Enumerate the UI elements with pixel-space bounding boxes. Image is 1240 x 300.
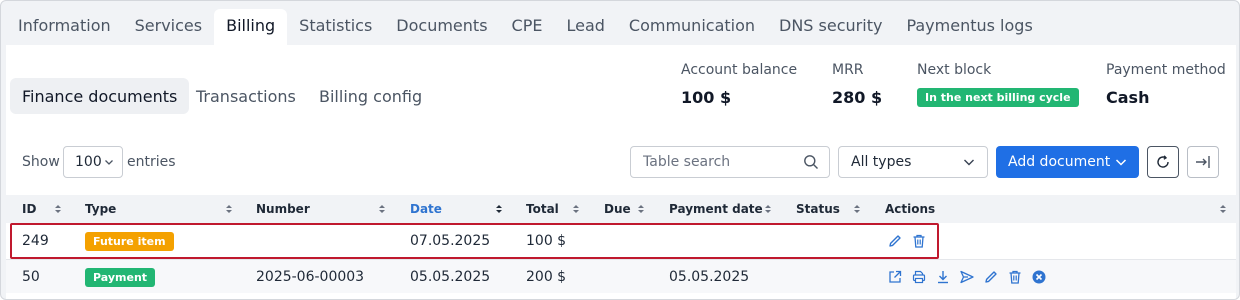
refresh-button[interactable] (1147, 146, 1179, 178)
refresh-icon (1157, 155, 1169, 168)
cell-date: 07.05.2025 (410, 233, 491, 249)
column-actions: Actions (885, 202, 936, 216)
search-icon[interactable] (803, 154, 819, 170)
tab-cpe[interactable]: CPE (500, 9, 555, 45)
sort-icon[interactable] (764, 203, 772, 215)
tab-communication[interactable]: Communication (617, 9, 767, 45)
tab-information[interactable]: Information (6, 9, 123, 45)
mrr-value: 280 $ (832, 88, 883, 107)
export-button[interactable] (1187, 146, 1219, 178)
billing-panel: Finance documents Transactions Billing c… (6, 45, 1236, 299)
entries-label: entries (127, 154, 176, 170)
cell-payment-date: 05.05.2025 (669, 269, 750, 285)
entries-per-page-select[interactable]: 100 (63, 146, 123, 178)
cell-total: 100 $ (526, 233, 567, 249)
cell-number: 2025-06-00003 (256, 269, 365, 285)
sort-icon[interactable] (1219, 203, 1227, 215)
column-type[interactable]: Type (85, 195, 116, 223)
payment-method-label: Payment method (1106, 62, 1226, 78)
table-search-input[interactable] (643, 154, 793, 170)
cell-id: 50 (22, 269, 40, 285)
account-balance-label: Account balance (681, 62, 798, 78)
column-payment-date[interactable]: Payment date (669, 195, 763, 223)
entries-value: 100 (75, 154, 102, 170)
type-badge: Payment (85, 267, 156, 287)
account-balance-value: 100 $ (681, 88, 732, 107)
tab-paymentus-logs[interactable]: Paymentus logs (894, 9, 1044, 45)
chevron-down-icon (105, 160, 113, 165)
tab-lead[interactable]: Lead (554, 9, 616, 45)
trash-icon[interactable] (908, 230, 930, 252)
table-header: ID Type Number Date Total Due Payment da… (6, 195, 1236, 223)
column-id[interactable]: ID (22, 195, 36, 223)
tab-statistics[interactable]: Statistics (287, 9, 384, 45)
cell-id: 249 (22, 233, 49, 249)
sort-icon[interactable] (54, 203, 62, 215)
cell-date: 05.05.2025 (410, 269, 491, 285)
cell-actions (884, 260, 1052, 294)
add-document-button[interactable]: Add document (996, 146, 1139, 178)
table-search (630, 146, 830, 178)
sort-icon[interactable] (495, 203, 503, 215)
external-link-icon[interactable] (884, 266, 906, 288)
table-row[interactable]: 50 Payment 2025-06-00003 05.05.2025 200 … (6, 259, 1236, 293)
tab-dns-security[interactable]: DNS security (767, 9, 894, 45)
subtab-billing-config[interactable]: Billing config (307, 78, 434, 114)
payment-method-value: Cash (1106, 88, 1150, 107)
chevron-down-icon (964, 159, 974, 166)
add-document-label: Add document (1008, 154, 1111, 170)
edit-icon[interactable] (884, 230, 906, 252)
next-block-label: Next block (917, 62, 992, 78)
column-total[interactable]: Total (526, 195, 559, 223)
document-type-select[interactable]: All types (838, 146, 988, 178)
column-due[interactable]: Due (604, 195, 631, 223)
tab-services[interactable]: Services (123, 9, 214, 45)
top-tabs: Information Services Billing Statistics … (1, 1, 1239, 45)
tab-billing[interactable]: Billing (214, 9, 288, 45)
column-date[interactable]: Date (410, 195, 442, 223)
send-icon[interactable] (956, 266, 978, 288)
sort-icon[interactable] (572, 203, 580, 215)
column-number[interactable]: Number (256, 195, 310, 223)
sort-icon[interactable] (378, 203, 386, 215)
sort-icon[interactable] (225, 203, 233, 215)
edit-icon[interactable] (980, 266, 1002, 288)
close-circle-icon[interactable] (1028, 266, 1050, 288)
export-arrow-icon (1196, 156, 1210, 168)
chevron-down-icon (1115, 159, 1127, 166)
next-block-badge: In the next billing cycle (917, 88, 1079, 107)
download-icon[interactable] (932, 266, 954, 288)
mrr-label: MRR (832, 62, 864, 78)
subtab-finance-documents[interactable]: Finance documents (10, 78, 190, 114)
sort-icon[interactable] (853, 203, 861, 215)
sort-icon[interactable] (637, 203, 645, 215)
type-badge: Future item (85, 231, 174, 251)
billing-window: Information Services Billing Statistics … (0, 0, 1240, 300)
cell-total: 200 $ (526, 269, 567, 285)
cell-type: Payment (85, 260, 156, 294)
cell-type: Future item (85, 224, 174, 258)
trash-icon[interactable] (1004, 266, 1026, 288)
print-icon[interactable] (908, 266, 930, 288)
subtab-transactions[interactable]: Transactions (184, 78, 308, 114)
table-row[interactable]: 249 Future item 07.05.2025 100 $ (6, 224, 1236, 258)
tab-documents[interactable]: Documents (384, 9, 499, 45)
document-type-value: All types (851, 154, 912, 170)
show-label: Show (22, 154, 60, 170)
column-status[interactable]: Status (796, 195, 840, 223)
cell-actions (884, 224, 932, 258)
